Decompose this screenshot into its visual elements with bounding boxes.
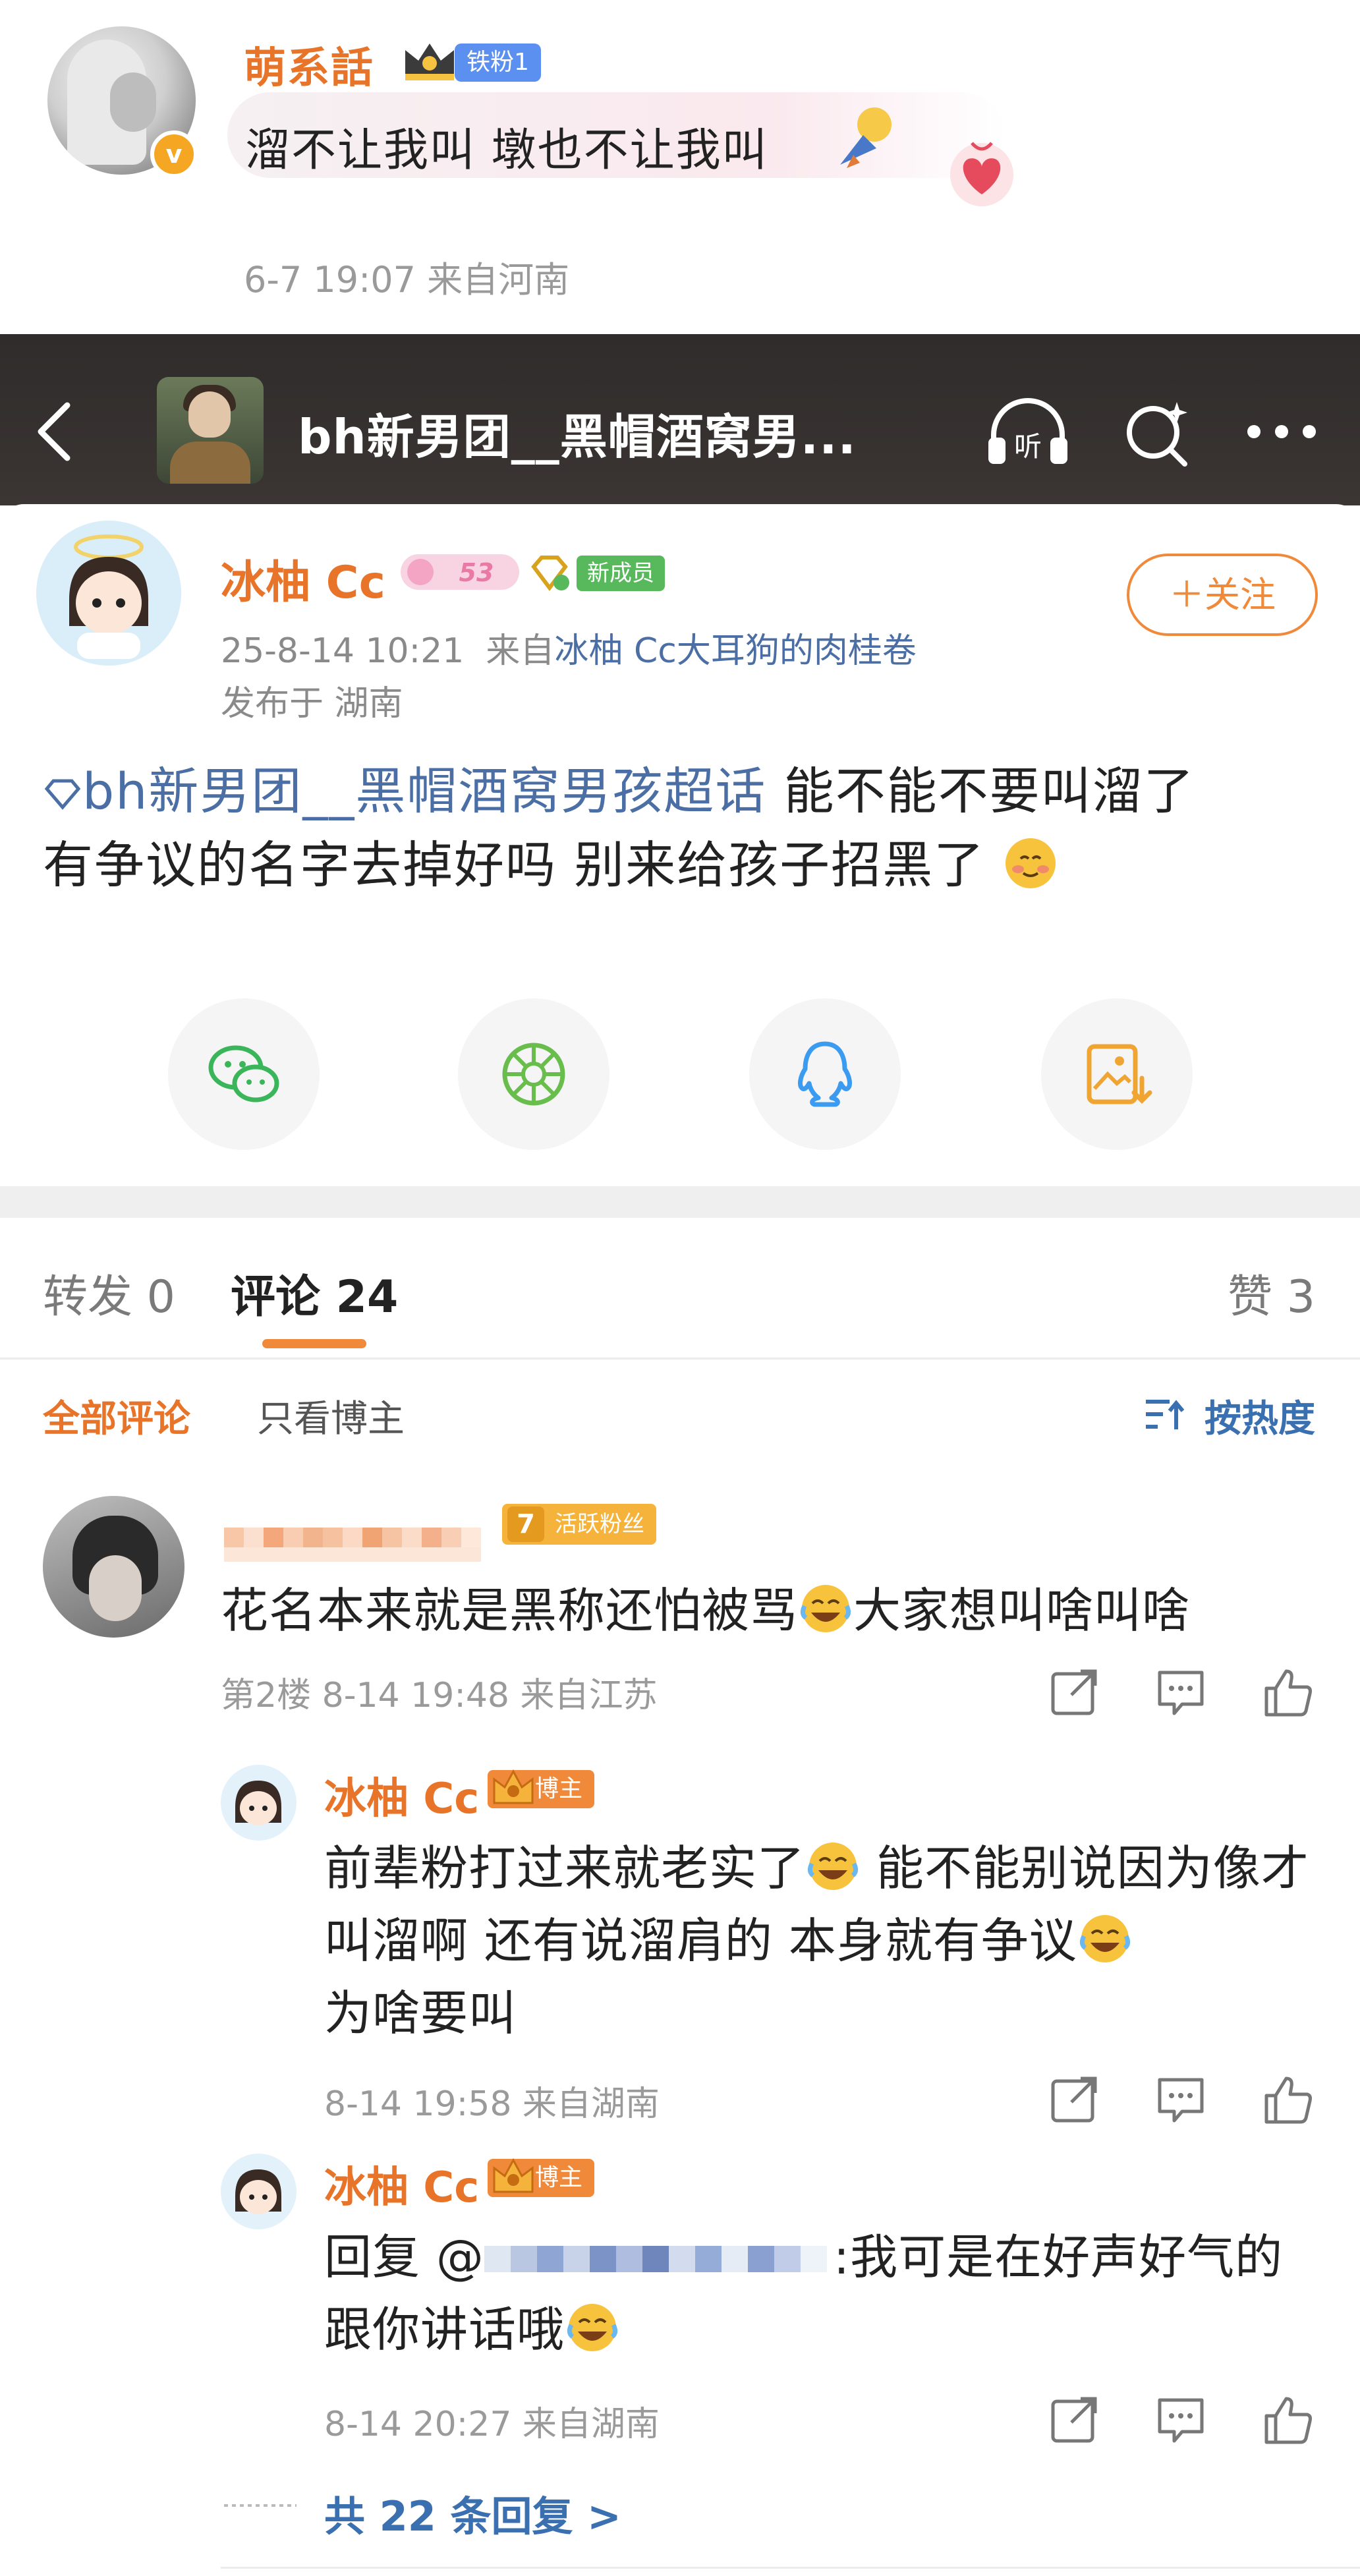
reply-author[interactable]: 冰柚 Cc [324, 1765, 479, 1825]
gift-heart-icon [950, 142, 1013, 206]
share-icon[interactable] [1048, 2393, 1100, 2446]
redacted-mention [484, 2246, 827, 2272]
sort-icon [1146, 1400, 1184, 1429]
save-image-button[interactable] [1041, 998, 1193, 1150]
group-avatar[interactable] [157, 377, 264, 484]
svg-text:听: 听 [1014, 430, 1042, 463]
divider [221, 2567, 1360, 2569]
laugh-cry-emoji-icon [567, 2304, 618, 2351]
reply-meta: 8-14 19:58 来自湖南 [324, 2084, 660, 2124]
post-location: 发布于 湖南 [221, 684, 403, 724]
post-body: bh新男团__黑帽酒窝男孩超话 能不能不要叫溜了 有争议的名字去掉好吗 别来给孩… [43, 755, 1321, 902]
crown-icon [493, 2158, 534, 2193]
more-icon[interactable] [1242, 422, 1321, 442]
post-meta: 25-8-14 10:21 来自冰柚 Cc大耳狗的肉桂卷 [221, 623, 917, 672]
redacted-username [224, 1528, 481, 1562]
comment-meta: 6-7 19:07 来自河南 [244, 259, 570, 301]
filter-all-comments[interactable]: 全部评论 [43, 1389, 190, 1443]
page-title[interactable]: bh新男团__黑帽酒窝男... [298, 398, 857, 467]
search-spark-icon[interactable] [1120, 395, 1193, 468]
crown-icon [493, 1769, 534, 1804]
reply-author[interactable]: 冰柚 Cc [324, 2154, 479, 2214]
like-icon[interactable] [1261, 1666, 1314, 1719]
comment-text: 溜不让我叫 墩也不让我叫 [245, 125, 768, 177]
post-from-prefix: 来自 [486, 631, 555, 671]
comment-icon[interactable] [1154, 2073, 1207, 2126]
topic-link[interactable]: bh新男团__黑帽酒窝男孩超话 [43, 762, 766, 820]
active-tab-indicator [262, 1339, 366, 1348]
share-wechat-button[interactable] [168, 998, 320, 1150]
comment-icon[interactable] [1154, 2393, 1207, 2446]
comment-text: 花名本来就是黑称还怕被骂 大家想叫啥叫啥 [221, 1572, 1190, 1641]
shy-emoji-icon [1006, 838, 1056, 888]
rocket-sticker-icon [840, 107, 892, 168]
follow-button[interactable]: ＋关注 [1127, 554, 1318, 636]
member-badge: 新成员 [577, 556, 665, 591]
laugh-cry-emoji-icon [807, 1843, 859, 1890]
level-badge-icon: 53 [401, 554, 519, 590]
avatar[interactable] [221, 1765, 297, 1841]
reply-text: 前辈粉打过来就老实了 能不能别说因为像才叫溜啊 还有说溜肩的 本身就有争议 为啥… [324, 1832, 1326, 2049]
avatar[interactable] [221, 2154, 297, 2229]
wechat-icon [208, 1045, 279, 1102]
verified-badge-icon: v [150, 130, 198, 178]
tab-repost[interactable]: 转发 0 [43, 1260, 175, 1325]
topic-diamond-icon [44, 779, 81, 810]
tab-likes[interactable]: 赞 3 [1228, 1260, 1315, 1325]
post-time: 25-8-14 10:21 [221, 631, 465, 671]
post-body-line2: 有争议的名字去掉好吗 别来给孩子招黑了 [43, 836, 986, 894]
blogger-badge: 博主 [488, 2158, 595, 2197]
qq-icon [798, 1041, 852, 1107]
comment-meta: 第2楼 8-14 19:48 来自江苏 [221, 1676, 658, 1715]
dotted-connector [224, 2504, 297, 2507]
avatar[interactable] [36, 521, 181, 666]
filter-blogger-only[interactable]: 只看博主 [257, 1389, 405, 1443]
moments-icon [502, 1043, 565, 1106]
divider [0, 1358, 1360, 1360]
diamond-icon [531, 556, 569, 591]
like-icon[interactable] [1261, 2073, 1314, 2126]
save-image-icon [1087, 1044, 1152, 1104]
svg-text:53: 53 [459, 558, 494, 587]
blogger-badge: 博主 [488, 1769, 595, 1808]
reply-meta: 8-14 20:27 来自湖南 [324, 2405, 660, 2444]
share-icon[interactable] [1048, 2073, 1100, 2126]
headphone-icon[interactable]: 听 [982, 395, 1074, 468]
post-body-line1: 能不能不要叫溜了 [766, 762, 1195, 820]
laugh-cry-emoji-icon [1079, 1915, 1130, 1962]
crown-icon [405, 43, 454, 80]
like-icon[interactable] [1261, 2393, 1314, 2446]
avatar[interactable] [43, 1496, 184, 1638]
sort-by-hot[interactable]: 按热度 [1204, 1389, 1315, 1443]
post-source-link[interactable]: 冰柚 Cc大耳狗的肉桂卷 [554, 631, 916, 671]
section-divider [0, 1186, 1360, 1218]
tab-comments[interactable]: 评论 24 [231, 1260, 398, 1325]
fan-level-badge: 7 活跃粉丝 [502, 1504, 656, 1545]
share-moments-button[interactable] [458, 998, 609, 1150]
share-qq-button[interactable] [749, 998, 901, 1150]
comment-username[interactable]: 萌系話 [244, 34, 374, 95]
more-replies-link[interactable]: 共 22 条回复 > [324, 2483, 621, 2542]
laugh-cry-emoji-icon [800, 1585, 851, 1632]
post-author[interactable]: 冰柚 Cc [221, 546, 385, 611]
comment-icon[interactable] [1154, 1666, 1207, 1719]
back-arrow-icon[interactable] [26, 389, 79, 474]
reply-text: 回复 @ :我可是在好声好气的跟你讲话哦 [324, 2229, 1284, 2357]
share-icon[interactable] [1048, 1666, 1100, 1719]
fan-badge: 铁粉1 [455, 43, 541, 82]
